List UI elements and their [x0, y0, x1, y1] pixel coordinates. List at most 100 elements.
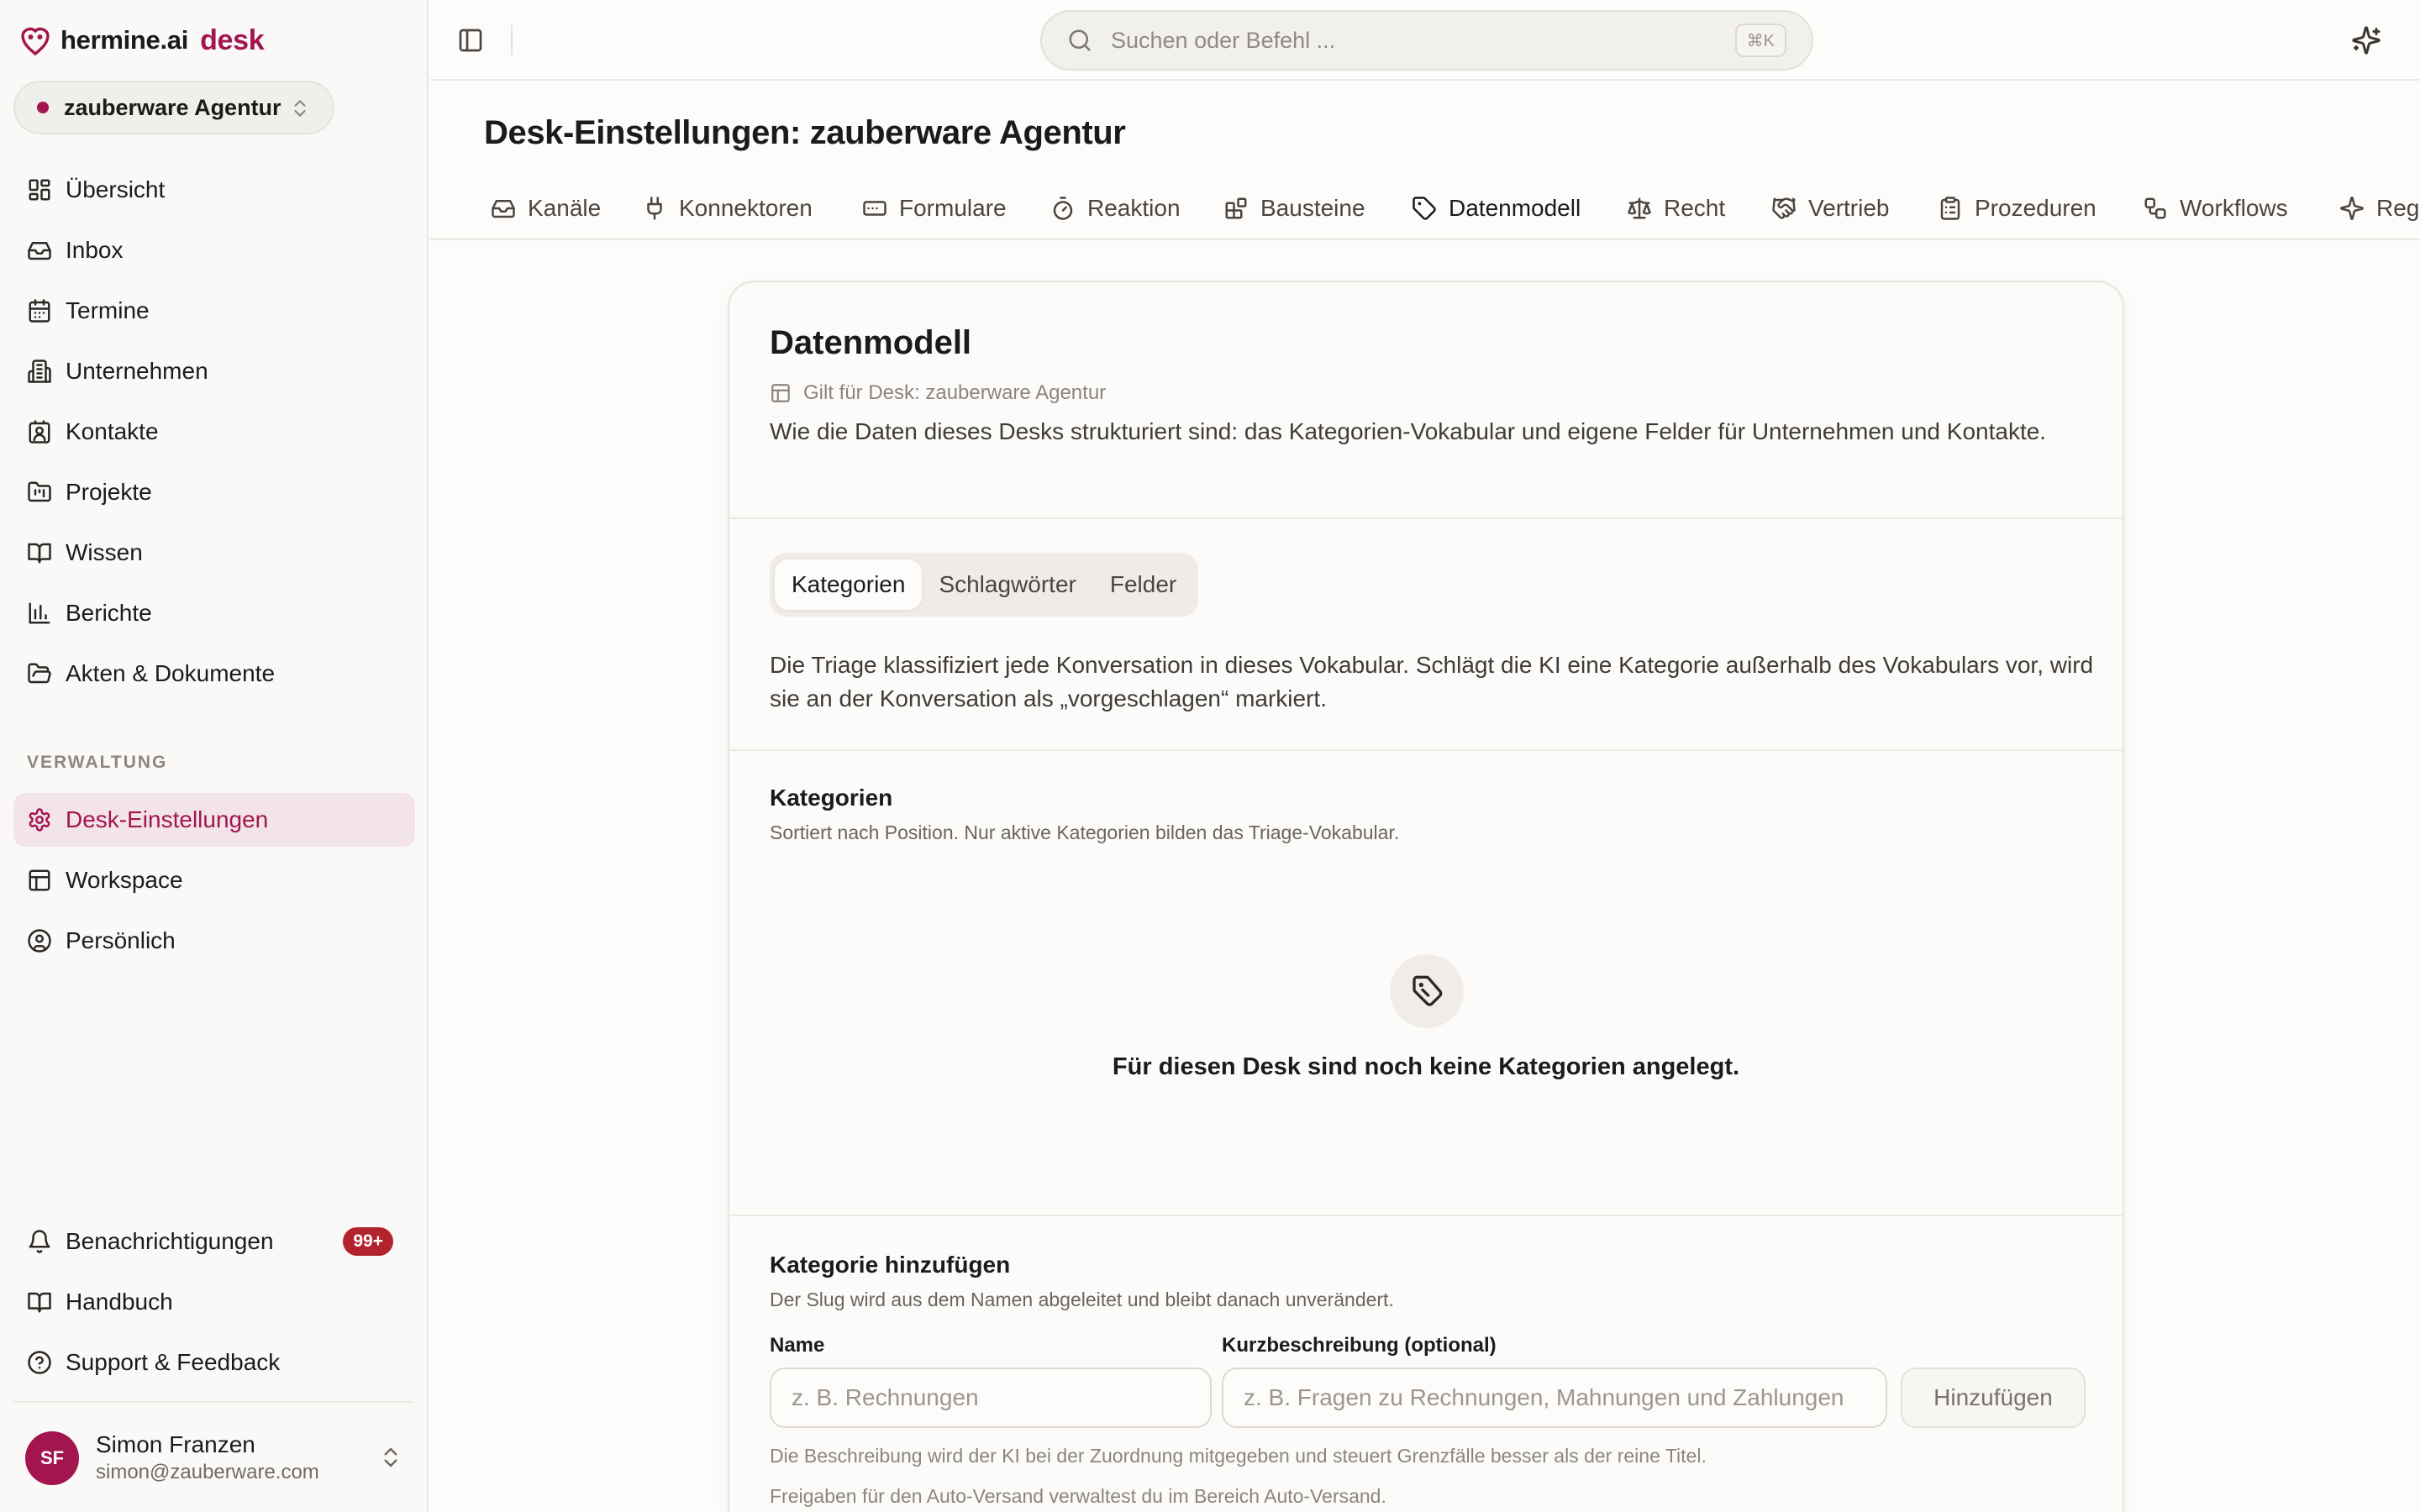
notification-count-badge: 99+ — [343, 1227, 393, 1256]
sidebar-item-kontakte[interactable]: Kontakte — [13, 405, 415, 459]
applies-to-text: Gilt für Desk: zauberware Agentur — [803, 381, 1107, 404]
sidebar-item-label: Wissen — [66, 539, 143, 565]
sidebar-item-wissen[interactable]: Wissen — [13, 526, 415, 580]
datenmodell-card: Datenmodell Gilt für Desk: zauberware Ag… — [728, 281, 2124, 1512]
sidebar-item-label: Akten & Dokumente — [66, 660, 276, 686]
user-email: simon@zauberware.com — [96, 1461, 319, 1483]
page-title: Desk-Einstellungen: zauberware Agentur — [484, 114, 1126, 151]
avatar: SF — [25, 1431, 79, 1485]
add-category-button[interactable]: Hinzufügen — [1901, 1368, 2086, 1428]
sidebar-item-workspace[interactable]: Workspace — [13, 853, 415, 907]
tab-label: Prozeduren — [1975, 195, 2096, 221]
sidebar-item-label: Unternehmen — [66, 358, 208, 384]
segment-schlagwoerter[interactable]: Schlagwörter — [922, 559, 1092, 610]
card-title: Datenmodell — [770, 324, 972, 361]
layout-icon — [27, 868, 52, 893]
chevrons-up-down-icon — [289, 97, 311, 119]
sidebar-item-label: Support & Feedback — [66, 1349, 281, 1375]
contact-icon — [27, 419, 52, 444]
brand-suffix: desk — [200, 24, 265, 56]
search-placeholder: Suchen oder Befehl ... — [1111, 27, 1336, 53]
triage-description: Die Triage klassifiziert jede Konversati… — [770, 652, 2094, 711]
description-label: Kurzbeschreibung (optional) — [1222, 1334, 1497, 1357]
tab-label: Regeln — [2376, 195, 2420, 221]
desk-switcher[interactable]: zauberware Agentur — [13, 81, 334, 134]
sidebar-item-label: Handbuch — [66, 1289, 173, 1315]
sidebar-item-berichte[interactable]: Berichte — [13, 586, 415, 640]
categories-title: Kategorien — [770, 785, 893, 811]
tab-kanaele[interactable]: Kanäle — [491, 176, 602, 239]
sidebar-item-label: Inbox — [66, 237, 124, 263]
sidebar-item-persoenlich[interactable]: Persönlich — [13, 914, 415, 968]
tab-konnektoren[interactable]: Konnektoren — [642, 176, 813, 239]
add-category-subtitle: Der Slug wird aus dem Namen abgeleitet u… — [770, 1289, 1394, 1310]
tags-icon — [1390, 954, 1464, 1028]
sidebar-item-label: Termine — [66, 297, 150, 323]
chevrons-up-down-icon — [378, 1445, 403, 1470]
tab-vertrieb[interactable]: Vertrieb — [1771, 176, 1890, 239]
segment-kategorien[interactable]: Kategorien — [775, 559, 923, 610]
tab-regeln[interactable]: Regeln — [2339, 176, 2420, 239]
timer-icon — [1050, 196, 1076, 221]
sidebar-item-uebersicht[interactable]: Übersicht — [13, 163, 415, 217]
empty-state-text: Für diesen Desk sind noch keine Kategori… — [1112, 1053, 1740, 1080]
plug-icon — [642, 196, 667, 221]
sidebar: hermine.ai desk zauberware Agentur Übers… — [0, 0, 429, 1512]
ai-assistant-sparkles-icon[interactable] — [2351, 25, 2381, 55]
user-name: Simon Franzen — [96, 1431, 255, 1457]
desk-color-dot — [37, 102, 49, 113]
sparkles-icon — [2339, 196, 2365, 221]
category-name-input[interactable] — [770, 1368, 1212, 1428]
description-hint: Die Beschreibung wird der KI bei der Zuo… — [770, 1445, 1707, 1467]
tab-label: Reaktion — [1087, 195, 1181, 221]
user-menu[interactable]: SF Simon Franzen simon@zauberware.com — [25, 1428, 412, 1488]
sidebar-item-desk-einstellungen[interactable]: Desk-Einstellungen — [13, 793, 415, 847]
gear-icon — [27, 807, 52, 832]
folder-open-icon — [27, 661, 52, 686]
tab-bausteine[interactable]: Bausteine — [1223, 176, 1365, 239]
command-search[interactable]: Suchen oder Befehl ... ⌘K — [1040, 10, 1813, 71]
segment-felder[interactable]: Felder — [1093, 559, 1193, 610]
scale-icon — [1627, 196, 1652, 221]
segmented-control: Kategorien Schlagwörter Felder — [770, 553, 1199, 617]
topbar: Suchen oder Befehl ... ⌘K — [430, 0, 2420, 81]
layout-icon — [770, 382, 792, 404]
tab-label: Kanäle — [528, 195, 602, 221]
sidebar-divider — [13, 1401, 413, 1403]
sidebar-item-label: Projekte — [66, 479, 152, 505]
tab-label: Formulare — [899, 195, 1007, 221]
tab-formulare[interactable]: Formulare — [862, 176, 1007, 239]
bell-icon — [27, 1229, 52, 1254]
divider — [729, 517, 2123, 519]
brand[interactable]: hermine.ai desk — [18, 22, 265, 59]
book-open-icon — [27, 540, 52, 565]
name-label: Name — [770, 1334, 825, 1357]
tab-reaktion[interactable]: Reaktion — [1050, 176, 1181, 239]
category-description-input[interactable] — [1222, 1368, 1887, 1428]
sidebar-item-benachrichtigungen[interactable]: Benachrichtigungen 99+ — [13, 1215, 415, 1268]
sidebar-item-unternehmen[interactable]: Unternehmen — [13, 344, 415, 398]
tab-label: Vertrieb — [1808, 195, 1890, 221]
sidebar-section-label: VERWALTUNG — [27, 753, 168, 772]
sidebar-item-label: Workspace — [66, 867, 183, 893]
sidebar-toggle-icon[interactable] — [457, 27, 484, 54]
add-category-title: Kategorie hinzufügen — [770, 1252, 1011, 1278]
categories-subtitle: Sortiert nach Position. Nur aktive Kateg… — [770, 822, 1400, 843]
tab-workflows[interactable]: Workflows — [2143, 176, 2288, 239]
tab-label: Konnektoren — [679, 195, 813, 221]
sidebar-item-projekte[interactable]: Projekte — [13, 465, 415, 519]
sidebar-item-support-feedback[interactable]: Support & Feedback — [13, 1336, 415, 1389]
tab-recht[interactable]: Recht — [1627, 176, 1725, 239]
tab-label: Datenmodell — [1449, 195, 1581, 221]
user-circle-icon — [27, 928, 52, 953]
sidebar-item-handbuch[interactable]: Handbuch — [13, 1275, 415, 1329]
blocks-icon — [1223, 196, 1249, 221]
sidebar-item-akten-dokumente[interactable]: Akten & Dokumente — [13, 647, 415, 701]
tab-datenmodell[interactable]: Datenmodell — [1412, 176, 1581, 239]
sidebar-item-inbox[interactable]: Inbox — [13, 223, 415, 277]
hermine-logo-icon — [18, 24, 52, 57]
sidebar-item-termine[interactable]: Termine — [13, 284, 415, 338]
sidebar-item-label: Desk-Einstellungen — [66, 806, 269, 832]
tab-label: Bausteine — [1260, 195, 1365, 221]
tab-prozeduren[interactable]: Prozeduren — [1938, 176, 2096, 239]
